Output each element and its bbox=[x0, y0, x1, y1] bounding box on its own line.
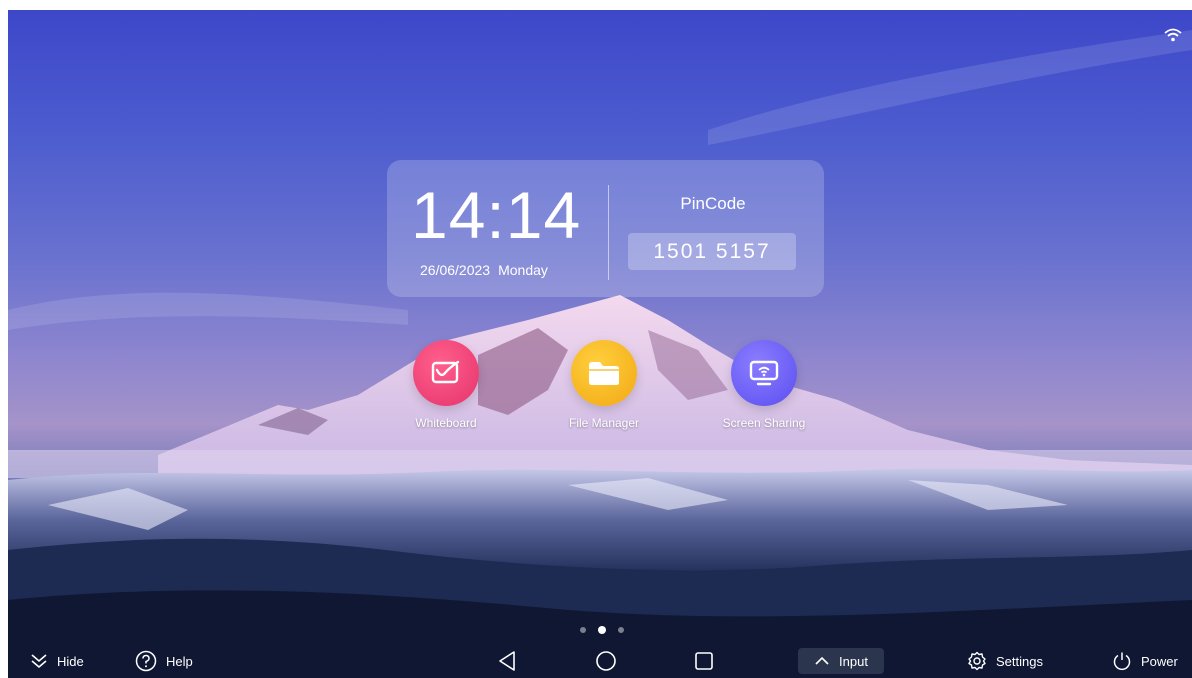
app-label-screen-sharing: Screen Sharing bbox=[722, 416, 806, 430]
input-label: Input bbox=[839, 653, 868, 669]
settings-label: Settings bbox=[996, 653, 1043, 669]
back-triangle-icon bbox=[499, 651, 515, 671]
hide-button[interactable]: Hide bbox=[30, 648, 84, 674]
widget-divider bbox=[608, 185, 609, 280]
help-icon bbox=[135, 650, 157, 672]
recent-apps-button[interactable] bbox=[694, 648, 714, 674]
pincode-label: PinCode bbox=[680, 194, 746, 213]
power-label: Power bbox=[1141, 653, 1178, 669]
clock-time: 14:14 bbox=[411, 178, 582, 252]
clock-widget: 14:14 26/06/2023 Monday PinCode 1501 5157 bbox=[387, 160, 824, 297]
clock-date: 26/06/2023 bbox=[420, 262, 491, 278]
double-chevron-down-icon bbox=[31, 654, 47, 669]
back-button[interactable] bbox=[497, 648, 517, 674]
input-source-button[interactable]: Input bbox=[798, 648, 884, 674]
power-icon bbox=[1113, 652, 1131, 671]
page-dot[interactable] bbox=[618, 627, 624, 633]
app-label-whiteboard: Whiteboard bbox=[415, 416, 477, 430]
hide-label: Hide bbox=[57, 653, 84, 669]
clock-day: Monday bbox=[498, 262, 548, 278]
chevron-up-icon bbox=[815, 656, 829, 665]
page-dot-active[interactable] bbox=[598, 626, 606, 634]
clock-date-line: 26/06/2023 Monday bbox=[420, 262, 548, 278]
help-button[interactable]: Help bbox=[135, 648, 193, 674]
help-label: Help bbox=[166, 653, 193, 669]
settings-button[interactable]: Settings bbox=[967, 648, 1043, 674]
power-button[interactable]: Power bbox=[1112, 648, 1178, 674]
app-screen-sharing[interactable]: Screen Sharing bbox=[704, 340, 824, 430]
recent-square-icon bbox=[695, 652, 713, 670]
screen-cast-icon bbox=[731, 340, 797, 406]
page-dot[interactable] bbox=[580, 627, 586, 633]
home-button[interactable] bbox=[595, 648, 617, 674]
pincode-value: 1501 5157 bbox=[628, 233, 796, 270]
wifi-icon bbox=[1164, 28, 1182, 42]
desktop-screen: 14:14 26/06/2023 Monday PinCode 1501 5157… bbox=[8, 10, 1192, 678]
app-label-file-manager: File Manager bbox=[568, 416, 640, 430]
folder-icon bbox=[571, 340, 637, 406]
home-circle-icon bbox=[596, 651, 616, 671]
app-whiteboard[interactable]: Whiteboard bbox=[386, 340, 506, 430]
whiteboard-icon bbox=[413, 340, 479, 406]
app-file-manager[interactable]: File Manager bbox=[544, 340, 664, 430]
gear-icon bbox=[968, 651, 986, 671]
page-indicator bbox=[580, 626, 624, 634]
